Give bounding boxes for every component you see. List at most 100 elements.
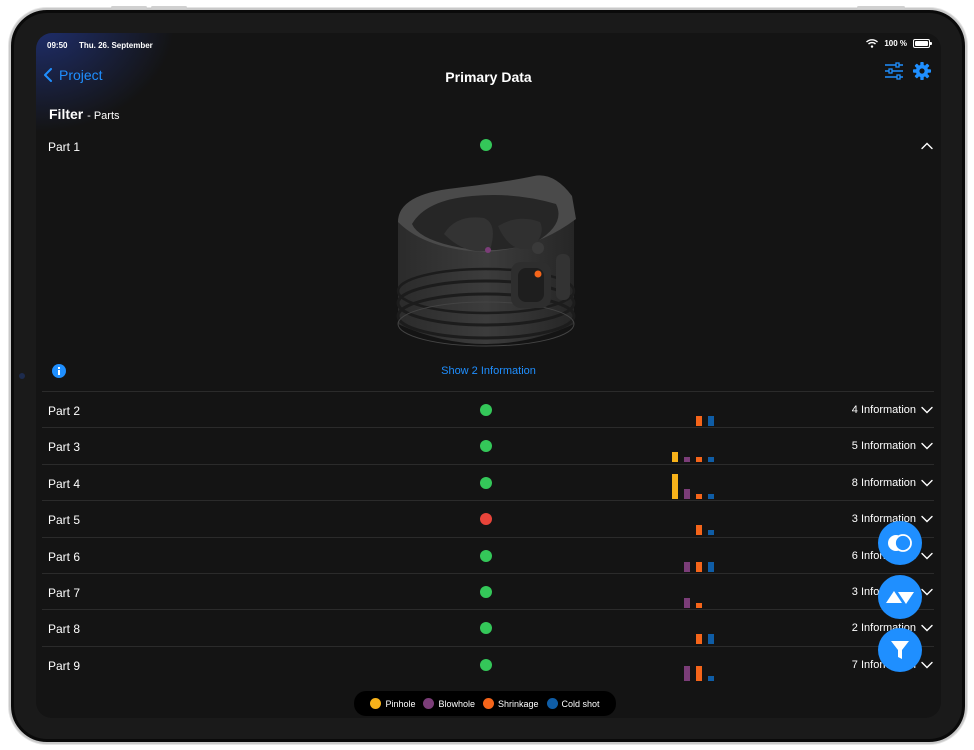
pinhole-bar bbox=[672, 452, 678, 463]
defect-bars bbox=[672, 582, 720, 608]
part-label: Part 6 bbox=[48, 549, 81, 564]
part-label: Part 1 bbox=[48, 140, 81, 154]
cold-shot-bar bbox=[708, 416, 714, 426]
cold-shot-bar bbox=[708, 457, 714, 463]
front-camera bbox=[19, 373, 25, 379]
status-dot bbox=[480, 658, 492, 671]
chevron-down-icon[interactable] bbox=[920, 439, 934, 453]
information-count: 4 Information bbox=[851, 404, 916, 416]
part-row[interactable]: Part 66 Information bbox=[42, 536, 934, 573]
defect-bars bbox=[672, 436, 720, 463]
part-row[interactable]: Part 2 4 Information bbox=[42, 391, 934, 427]
status-dot bbox=[480, 404, 492, 416]
chevron-down-icon[interactable] bbox=[920, 658, 934, 672]
cold-shot-bar bbox=[708, 634, 714, 645]
status-dot bbox=[480, 513, 492, 526]
chevron-down-icon[interactable] bbox=[920, 476, 934, 490]
legend-color-dot bbox=[483, 698, 494, 709]
wifi-icon bbox=[866, 39, 879, 48]
battery-icon bbox=[913, 39, 932, 48]
part-label: Part 7 bbox=[48, 586, 81, 600]
volume-button bbox=[111, 6, 147, 9]
show-information-link[interactable]: Show 2 Information bbox=[36, 365, 941, 377]
shrinkage-bar bbox=[696, 665, 702, 681]
battery-percentage: 100 % bbox=[884, 39, 907, 48]
legend-item: Shrinkage bbox=[483, 698, 539, 709]
part-label: Part 3 bbox=[48, 440, 81, 455]
shrinkage-bar bbox=[696, 493, 702, 499]
defect-bars bbox=[672, 655, 720, 681]
app-screen: 09:50 Thu. 26. September 100 % Project P… bbox=[36, 33, 941, 718]
chevron-down-icon[interactable] bbox=[920, 621, 934, 635]
shrinkage-bar bbox=[696, 457, 702, 463]
part-label: Part 2 bbox=[48, 404, 81, 418]
chevron-up-icon[interactable] bbox=[920, 139, 934, 153]
shrinkage-bar bbox=[696, 525, 702, 536]
legend-color-dot bbox=[423, 698, 435, 709]
filter-heading: Filter - Parts bbox=[49, 106, 120, 122]
status-bar: 09:50 Thu. 26. September 100 % bbox=[36, 33, 941, 57]
status-time: 09:50 bbox=[47, 41, 68, 50]
part-row[interactable]: Part 82 Information bbox=[42, 609, 934, 645]
legend-item: Cold shot bbox=[546, 698, 600, 709]
part-row[interactable]: Part 3 5 Information bbox=[42, 427, 934, 463]
filter-title: Filter bbox=[49, 106, 84, 122]
part-row[interactable]: Part 73 Information bbox=[42, 573, 934, 609]
legend-item: Pinhole bbox=[370, 698, 415, 709]
chevron-down-icon[interactable] bbox=[920, 403, 934, 417]
compare-button[interactable] bbox=[878, 521, 922, 565]
filter-subtitle: - Parts bbox=[87, 110, 120, 122]
blowhole-bar bbox=[684, 598, 690, 608]
defect-bars bbox=[672, 400, 720, 426]
defect-bars bbox=[672, 618, 720, 645]
part-label: Part 4 bbox=[48, 476, 81, 491]
part-row[interactable]: Part 53 Information bbox=[42, 500, 934, 536]
status-dot bbox=[480, 622, 492, 635]
blowhole-bar bbox=[684, 561, 690, 572]
legend-color-dot bbox=[370, 698, 382, 709]
defect-bars bbox=[672, 509, 720, 536]
cold-shot-bar bbox=[708, 493, 714, 499]
status-dot bbox=[480, 440, 492, 453]
defect-bars bbox=[672, 546, 720, 572]
piston-3d-model[interactable] bbox=[386, 164, 586, 360]
status-dot bbox=[480, 549, 492, 562]
cold-shot-bar bbox=[708, 675, 714, 681]
nav-actions bbox=[884, 61, 932, 81]
part-label: Part 9 bbox=[48, 658, 81, 673]
chevron-down-icon[interactable] bbox=[920, 512, 934, 526]
volume-button bbox=[151, 6, 187, 9]
legend-label: Blowhole bbox=[438, 698, 475, 709]
legend-color-dot bbox=[546, 698, 558, 709]
gear-icon[interactable] bbox=[912, 61, 932, 81]
shrinkage-bar bbox=[696, 634, 702, 645]
legend-item: Blowhole bbox=[423, 698, 475, 709]
blowhole-bar bbox=[684, 488, 690, 499]
status-date: Thu. 26. September bbox=[79, 41, 153, 50]
blowhole-bar bbox=[684, 457, 690, 463]
defect-bars bbox=[672, 473, 720, 499]
blowhole-bar bbox=[684, 665, 690, 681]
cold-shot-bar bbox=[708, 561, 714, 572]
chevron-down-icon[interactable] bbox=[920, 585, 934, 599]
status-dot bbox=[480, 586, 492, 598]
sliders-icon[interactable] bbox=[884, 61, 904, 81]
part-label: Part 5 bbox=[48, 513, 81, 528]
defect-legend: Pinhole Blowhole Shrinkage Cold shot bbox=[354, 691, 616, 716]
sort-button[interactable] bbox=[878, 575, 922, 619]
information-count: 8 Information bbox=[851, 476, 916, 489]
chevron-down-icon[interactable] bbox=[920, 549, 934, 563]
status-indicators: 100 % bbox=[866, 39, 932, 48]
sort-triangles-icon bbox=[886, 591, 914, 604]
overlap-circles-icon bbox=[888, 534, 912, 552]
filter-button[interactable] bbox=[878, 628, 922, 672]
shrinkage-bar bbox=[696, 561, 702, 572]
part-row[interactable]: Part 4 8 Information bbox=[42, 463, 934, 500]
part-row[interactable]: Part 97 Information bbox=[42, 645, 934, 682]
legend-label: Pinhole bbox=[385, 698, 416, 709]
cold-shot-bar bbox=[708, 530, 714, 536]
pinhole-bar bbox=[672, 473, 678, 499]
shrinkage-bar bbox=[696, 603, 702, 608]
status-dot bbox=[480, 476, 492, 489]
power-button bbox=[857, 6, 905, 9]
